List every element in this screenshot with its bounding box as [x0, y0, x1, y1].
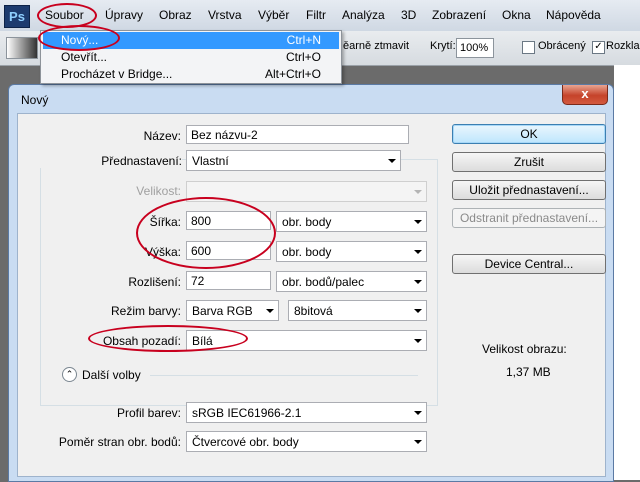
chevron-down-icon	[388, 159, 396, 163]
dialog-title: Nový	[21, 93, 49, 107]
aspect-value: Čtvercové obr. body	[192, 435, 299, 449]
chevron-down-icon	[414, 411, 422, 415]
dialog-body: Název: Bez názvu-2 Přednastavení: Vlastn…	[17, 113, 606, 477]
profile-select[interactable]: sRGB IEC61966-2.1	[186, 402, 427, 423]
menu-item-bridge-shortcut: Alt+Ctrl+O	[264, 67, 321, 81]
advanced-divider	[150, 375, 418, 376]
save-preset-button[interactable]: Uložit přednastavení...	[452, 180, 606, 200]
menu-3d[interactable]: 3D	[401, 8, 416, 22]
menu-analyza[interactable]: Analýza	[342, 8, 385, 22]
bitdepth-select[interactable]: 8bitová	[288, 300, 427, 321]
reverse-checkbox[interactable]	[522, 41, 535, 54]
resolution-input[interactable]: 72	[186, 271, 271, 290]
menu-filtr[interactable]: Filtr	[306, 8, 326, 22]
reverse-label: Obrácený	[538, 40, 586, 52]
highlight-ring-new	[38, 25, 120, 51]
aspect-label: Poměr stran obr. bodů:	[58, 435, 181, 449]
menu-item-new-shortcut: Ctrl+N	[286, 33, 321, 47]
opacity-input[interactable]: 100%	[456, 38, 494, 58]
close-button[interactable]: x	[562, 85, 608, 105]
device-central-button[interactable]: Device Central...	[452, 254, 606, 274]
menu-zobrazeni[interactable]: Zobrazení	[432, 8, 486, 22]
ok-button[interactable]: OK	[452, 124, 606, 144]
profile-label: Profil barev:	[116, 406, 181, 420]
resolution-label: Rozlišení:	[128, 275, 181, 289]
menu-item-bridge[interactable]: Procházet v Bridge... Alt+Ctrl+O	[43, 66, 339, 83]
name-input[interactable]: Bez názvu-2	[186, 125, 409, 144]
chevron-down-icon	[414, 280, 422, 284]
preset-value: Vlastní	[192, 154, 229, 168]
blend-mode-label[interactable]: ěarně ztmavit	[343, 40, 409, 52]
menu-obraz[interactable]: Obraz	[159, 8, 192, 22]
chevron-down-icon	[414, 339, 422, 343]
image-size-label: Velikost obrazu:	[482, 342, 567, 356]
image-size-value: 1,37 MB	[506, 365, 551, 379]
resolution-unit-select[interactable]: obr. bodů/palec	[276, 271, 427, 292]
opacity-label: Krytí:	[430, 40, 456, 52]
width-unit-select[interactable]: obr. body	[276, 211, 427, 232]
dialog-titlebar[interactable]: Nový x	[9, 85, 613, 113]
new-document-dialog: Nový x Název: Bez názvu-2 Přednastavení:…	[8, 84, 614, 482]
size-label: Velikost:	[136, 184, 181, 198]
aspect-select[interactable]: Čtvercové obr. body	[186, 431, 427, 452]
gradient-swatch[interactable]	[6, 37, 38, 59]
highlight-ring-dimensions	[136, 197, 276, 269]
highlight-ring-background	[88, 325, 248, 352]
chevron-down-icon	[414, 440, 422, 444]
height-unit-value: obr. body	[282, 245, 332, 259]
resolution-unit-value: obr. bodů/palec	[282, 275, 365, 289]
menu-okna[interactable]: Okna	[502, 8, 531, 22]
chevron-down-icon	[414, 309, 422, 313]
name-label: Název:	[143, 129, 181, 143]
chevron-down-icon	[414, 190, 422, 194]
highlight-ring-soubor	[37, 3, 97, 28]
cancel-button[interactable]: Zrušit	[452, 152, 606, 172]
chevron-down-icon	[414, 220, 422, 224]
height-unit-select[interactable]: obr. body	[276, 241, 427, 262]
chevron-down-icon	[414, 250, 422, 254]
advanced-label[interactable]: Další volby	[82, 368, 141, 382]
menu-napoveda[interactable]: Nápověda	[546, 8, 601, 22]
photoshop-logo: Ps	[4, 5, 30, 28]
expand-up-icon[interactable]: ⌃	[62, 367, 77, 382]
menu-item-bridge-label: Procházet v Bridge...	[61, 67, 173, 81]
canvas-edge	[614, 65, 640, 480]
profile-value: sRGB IEC61966-2.1	[192, 406, 302, 420]
menu-upravy[interactable]: Úpravy	[105, 8, 143, 22]
menu-vyber[interactable]: Výběr	[258, 8, 289, 22]
colormode-value: Barva RGB	[192, 304, 253, 318]
menu-item-open-label: Otevřít...	[61, 50, 108, 64]
preset-label: Přednastavení:	[38, 154, 182, 168]
dither-label: Rozklad	[606, 40, 640, 52]
dither-checkbox[interactable]: ✓	[592, 41, 605, 54]
menu-vrstva[interactable]: Vrstva	[208, 8, 242, 22]
chevron-down-icon	[266, 309, 274, 313]
delete-preset-button: Odstranit přednastavení...	[452, 208, 606, 228]
width-unit-value: obr. body	[282, 215, 332, 229]
colormode-label: Režim barvy:	[110, 304, 181, 318]
menu-item-open-shortcut: Ctrl+O	[285, 50, 321, 64]
bitdepth-value: 8bitová	[294, 304, 333, 318]
colormode-select[interactable]: Barva RGB	[186, 300, 279, 321]
preset-select[interactable]: Vlastní	[186, 150, 401, 171]
menu-item-open[interactable]: Otevřít... Ctrl+O	[43, 49, 339, 66]
